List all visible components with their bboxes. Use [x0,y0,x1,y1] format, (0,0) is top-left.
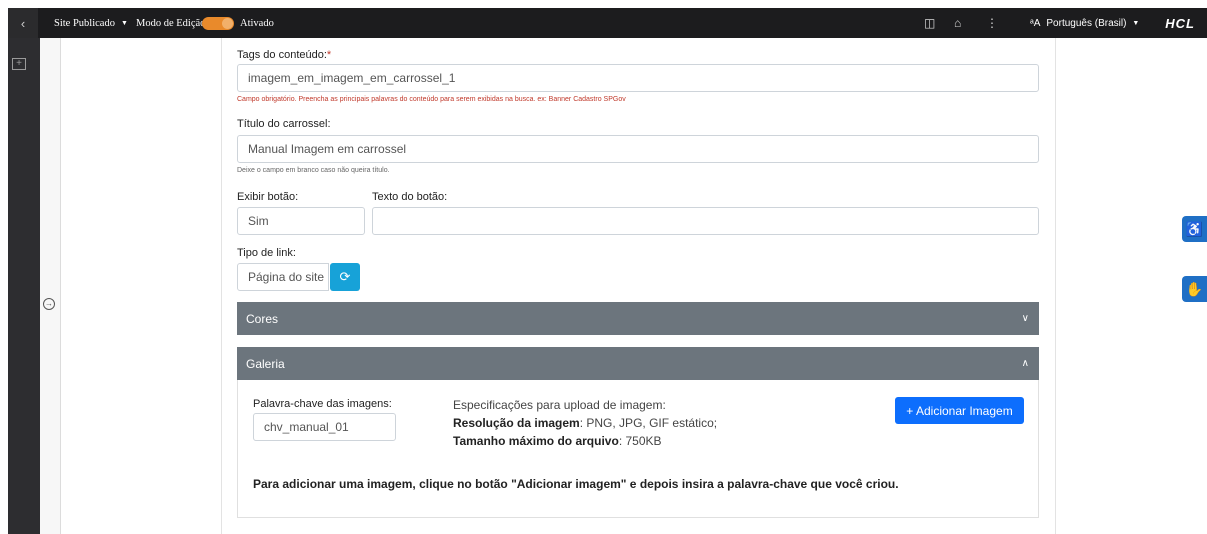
edit-mode-toggle[interactable] [202,17,234,30]
add-panel-icon[interactable]: + [12,58,26,70]
chevron-down-icon: ∨ [1021,313,1029,324]
chevron-left-icon: ‹ [20,15,26,31]
expand-arrow-icon[interactable]: → [43,298,55,310]
site-status-dropdown[interactable]: Site Publicado ▼ [54,8,128,38]
keyword-input[interactable]: chv_manual_01 [253,413,396,441]
edit-mode-label: Modo de Edição: [136,17,209,29]
refresh-button[interactable]: ⟳ [330,263,360,291]
spec-max-size-label: Tamanho máximo do arquivo [453,434,619,448]
link-type-label: Tipo de link: [237,247,296,259]
sign-language-icon: ✋ [1185,280,1204,297]
keyword-value: chv_manual_01 [264,420,349,434]
button-text-input[interactable] [372,207,1039,235]
tags-label-text: Tags do conteúdo: [237,49,327,61]
content-left-border [221,38,222,534]
show-button-select[interactable]: Sim [237,207,365,235]
add-image-button[interactable]: + Adicionar Imagem [895,397,1024,424]
hcl-logo: HCL [1165,15,1195,31]
translate-icon: ᵃA [1030,17,1041,29]
tags-hint: Campo obrigatório. Preencha as principai… [237,96,626,103]
carousel-title-input[interactable]: Manual Imagem em carrossel [237,135,1039,163]
caret-down-icon: ▼ [1132,19,1140,27]
gallery-panel-header[interactable]: Galeria ∧ [237,347,1039,380]
back-button[interactable]: ‹ [8,8,38,38]
carousel-title-label: Título do carrossel: [237,118,331,130]
gallery-instruction: Para adicionar uma imagem, clique no bot… [253,477,899,491]
link-type-select[interactable]: Página do site [237,263,329,291]
carousel-title-hint: Deixe o campo em branco caso não queira … [237,167,390,174]
site-status-label: Site Publicado [54,17,115,29]
tags-label: Tags do conteúdo:* [237,49,331,61]
content-right-border [1055,38,1056,534]
sign-language-button[interactable]: ✋ [1182,276,1207,302]
required-mark: * [326,49,332,61]
spec-max-size-value: : 750KB [618,434,662,448]
show-button-value: Sim [248,214,269,228]
colors-panel-header[interactable]: Cores ∨ [237,302,1039,335]
language-selector[interactable]: ᵃA Português (Brasil) ▼ [1030,8,1139,38]
home-icon[interactable]: ⌂ [954,8,961,38]
spec-max-size: Tamanho máximo do arquivo: 750KB [453,434,662,448]
keyword-label: Palavra-chave das imagens: [253,398,392,410]
accessibility-icon: ♿ [1185,220,1204,237]
refresh-icon: ⟳ [339,269,351,284]
tags-input-value: imagem_em_imagem_em_carrossel_1 [248,71,456,85]
more-vertical-icon[interactable]: ⋮ [986,8,998,38]
tags-input[interactable]: imagem_em_imagem_em_carrossel_1 [237,64,1039,92]
chevron-up-icon: ∧ [1021,358,1029,369]
caret-down-icon: ▼ [120,19,128,27]
spec-title: Especificações para upload de imagem: [453,398,666,412]
link-type-value: Página do site [248,270,325,284]
top-toolbar: ‹ Site Publicado ▼ Modo de Edição: Ativa… [8,8,1207,38]
spec-resolution-label: Resolução da imagem [453,416,580,430]
collapse-rail: → [40,38,61,534]
gallery-panel-title: Galeria [246,356,285,371]
left-rail: + [8,38,40,534]
page-icon[interactable]: ◫ [924,8,935,38]
colors-panel-title: Cores [246,311,279,326]
language-label: Português (Brasil) [1046,17,1127,29]
edit-mode-value: Ativado [240,17,274,29]
carousel-title-value: Manual Imagem em carrossel [248,142,407,156]
spec-resolution: Resolução da imagem: PNG, JPG, GIF estát… [453,416,717,430]
button-text-label: Texto do botão: [372,191,448,203]
show-button-label: Exibir botão: [237,191,299,203]
spec-resolution-value: : PNG, JPG, GIF estático; [579,416,718,430]
accessibility-button[interactable]: ♿ [1182,216,1207,242]
